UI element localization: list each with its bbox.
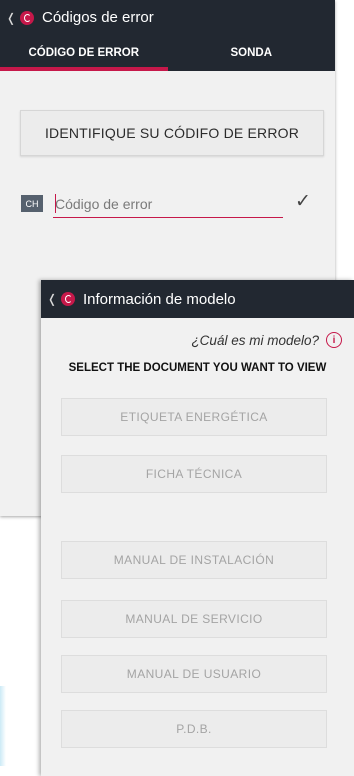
which-model-link[interactable]: ¿Cuál es mi modelo? i	[191, 332, 342, 348]
select-document-heading: SELECT THE DOCUMENT YOU WANT TO VIEW	[68, 362, 327, 374]
back-chevron-icon[interactable]: ❬	[47, 292, 59, 306]
document-button-installation-manual[interactable]: MANUAL DE INSTALACIÓN	[61, 541, 327, 579]
page-title: Códigos de error	[42, 9, 154, 26]
logo-icon	[61, 292, 75, 306]
checkmark-icon[interactable]: ✓	[295, 190, 311, 213]
document-button-pdb[interactable]: P.D.B.	[61, 710, 327, 748]
page-title: Información de modelo	[83, 290, 236, 308]
decorative-glow	[0, 686, 6, 766]
model-info-header: ❬ Información de modelo	[41, 280, 354, 318]
document-button-energy-label[interactable]: ETIQUETA ENERGÉTICA	[61, 398, 327, 436]
info-icon[interactable]: i	[326, 332, 342, 348]
identify-error-code-button[interactable]: IDENTIFIQUE SU CÓDIFO DE ERROR	[20, 110, 324, 156]
tab-probe[interactable]: SONDA	[168, 35, 336, 71]
document-button-user-manual[interactable]: MANUAL DE USUARIO	[61, 655, 327, 693]
logo-icon	[20, 10, 34, 25]
document-button-technical-sheet[interactable]: FICHA TÉCNICA	[61, 455, 327, 493]
model-info-screen: ❬ Información de modelo ¿Cuál es mi mode…	[41, 280, 354, 776]
tab-error-code[interactable]: CÓDIGO DE ERROR	[0, 35, 168, 71]
document-button-service-manual[interactable]: MANUAL DE SERVICIO	[61, 600, 327, 638]
text-cursor	[55, 194, 56, 213]
which-model-label: ¿Cuál es mi modelo?	[191, 332, 319, 348]
code-prefix-badge: CH	[21, 195, 43, 212]
error-codes-header: ❬ Códigos de error	[0, 0, 335, 35]
back-chevron-icon[interactable]: ❬	[6, 11, 18, 25]
error-code-input[interactable]	[53, 191, 283, 218]
tab-bar: CÓDIGO DE ERROR SONDA	[0, 35, 335, 71]
